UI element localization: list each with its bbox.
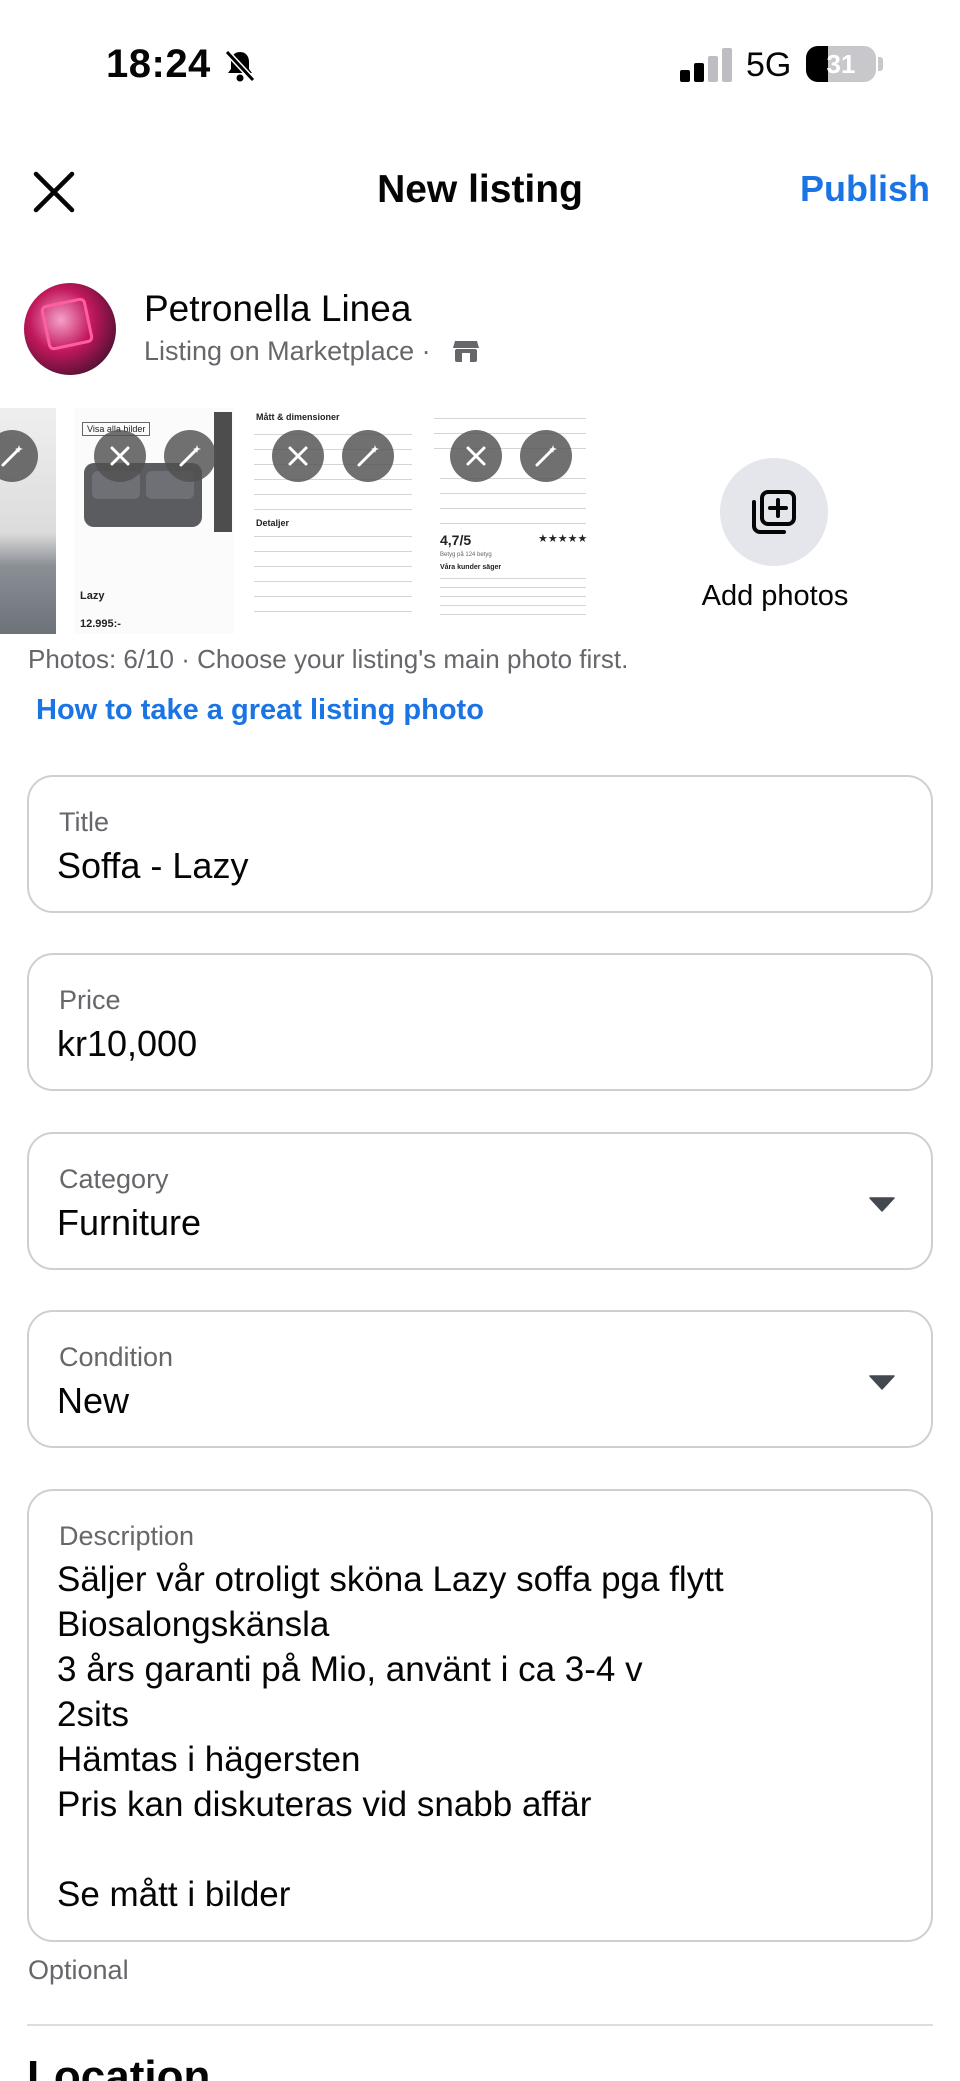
shop-icon[interactable] — [452, 337, 480, 365]
description-field[interactable]: Description Säljer vår otroligt sköna La… — [27, 1489, 933, 1942]
price-field[interactable]: Price kr10,000 — [27, 953, 933, 1091]
network-type: 5G — [746, 46, 792, 84]
magic-wand-icon[interactable] — [342, 430, 394, 482]
photos-count: Photos: 6/10 · Choose your listing's mai… — [28, 644, 629, 674]
description-label: Description — [59, 1521, 195, 1551]
price-label: Price — [59, 985, 121, 1015]
title-field[interactable]: Title Soffa - Lazy — [27, 775, 933, 913]
photo-strip[interactable]: Visa alla bilder Lazy 12.995:- Mått & di… — [0, 408, 960, 634]
profile-name: Petronella Linea — [144, 288, 412, 329]
publish-button[interactable]: Publish — [800, 168, 930, 210]
thumb-product-price: 12.995:- — [80, 618, 121, 630]
title-label: Title — [59, 807, 110, 837]
title-value[interactable]: Soffa - Lazy — [57, 845, 248, 887]
price-value[interactable]: kr10,000 — [57, 1023, 197, 1065]
battery-tip — [878, 57, 883, 71]
divider — [27, 2024, 933, 2026]
thumb-product-name: Lazy — [80, 590, 105, 602]
magic-wand-icon[interactable] — [520, 430, 572, 482]
optional-hint: Optional — [28, 1955, 129, 1985]
photo-tips-link[interactable]: How to take a great listing photo — [36, 694, 484, 727]
chevron-down-icon — [869, 1197, 895, 1212]
condition-select[interactable]: Condition New — [27, 1310, 933, 1448]
thumb-stars: ★★★★★ — [538, 533, 588, 545]
add-photo-icon — [752, 490, 796, 534]
add-photos-button[interactable]: Add photos — [690, 448, 860, 628]
chevron-down-icon — [869, 1375, 895, 1390]
thumb-rating-sub: Betyg på 124 betyg — [440, 552, 492, 558]
remove-photo-icon[interactable] — [94, 430, 146, 482]
remove-photo-icon[interactable] — [450, 430, 502, 482]
listing-audience: Listing on Marketplace · — [144, 336, 431, 366]
thumb-rating: 4,7/5 — [440, 532, 472, 548]
thumb-details-heading: Detaljer — [256, 518, 290, 528]
signal-icon — [680, 48, 732, 82]
location-heading: Location — [27, 2052, 211, 2081]
avatar — [24, 283, 116, 375]
remove-photo-icon[interactable] — [272, 430, 324, 482]
add-photos-label: Add photos — [701, 580, 849, 612]
header: New listing Publish — [0, 150, 960, 230]
category-label: Category — [59, 1164, 169, 1194]
condition-label: Condition — [59, 1342, 174, 1372]
category-value: Furniture — [57, 1202, 202, 1243]
add-photo-circle[interactable] — [720, 458, 828, 566]
category-select[interactable]: Category Furniture — [27, 1132, 933, 1270]
thumb-reviews-heading: Våra kunder säger — [440, 564, 502, 571]
lamp-image — [214, 412, 232, 532]
magic-wand-icon[interactable] — [164, 430, 216, 482]
description-value[interactable]: Säljer vår otroligt sköna Lazy soffa pga… — [57, 1557, 724, 1917]
battery-level: 31 — [826, 49, 856, 79]
thumb-spec-heading: Mått & dimensioner — [256, 412, 340, 422]
condition-value: New — [57, 1380, 130, 1421]
bell-slash-icon — [224, 49, 256, 83]
status-bar: 18:24 5G 31 — [0, 0, 960, 130]
status-time: 18:24 — [106, 42, 211, 86]
battery-icon: 31 — [806, 46, 876, 82]
